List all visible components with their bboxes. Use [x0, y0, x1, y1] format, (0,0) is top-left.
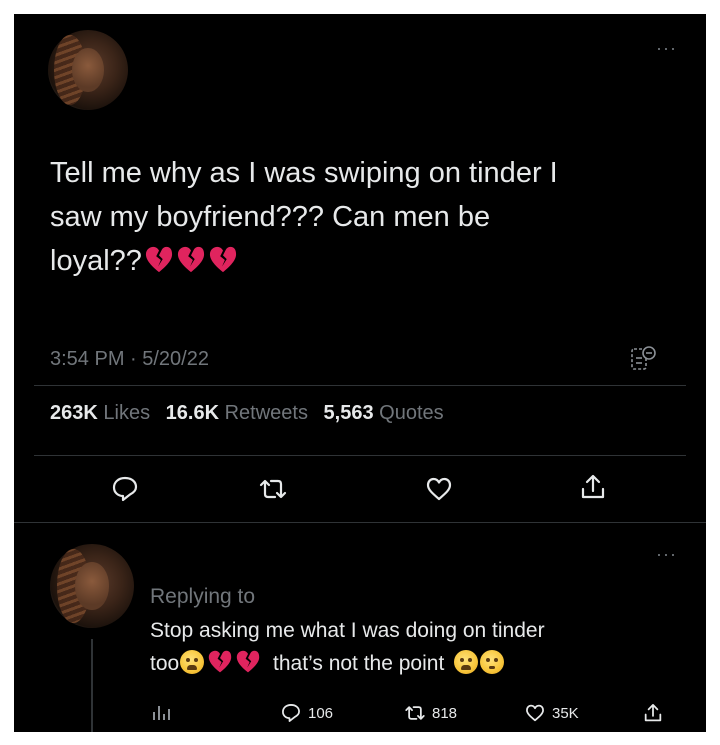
reply-icon[interactable]: [110, 474, 140, 504]
retweet-count-button[interactable]: 818: [404, 702, 457, 724]
pleading-face-icon: [480, 650, 505, 674]
divider: [14, 522, 706, 523]
weary-face-icon: [454, 650, 479, 674]
reply-text: Stop asking me what I was doing on tinde…: [150, 614, 670, 680]
bar-chart-icon: [153, 706, 170, 720]
share-icon[interactable]: [578, 472, 608, 502]
divider: [34, 385, 686, 386]
more-options-icon[interactable]: ···: [656, 38, 677, 59]
reply-author-avatar[interactable]: [50, 544, 134, 628]
retweets-stat[interactable]: 16.6K Retweets: [166, 402, 308, 424]
reply-action-bar: 106 818 35K: [14, 702, 706, 728]
like-count-button[interactable]: 35K: [524, 702, 579, 724]
replying-to-label: Replying to: [150, 585, 256, 608]
tweet-text-line2: saw my boyfriend??? Can men be: [50, 201, 491, 233]
retweet-icon[interactable]: [258, 474, 288, 504]
broken-heart-icon: [209, 650, 232, 673]
reply-more-options-icon[interactable]: ···: [656, 544, 677, 565]
reply-count-button[interactable]: 106: [280, 702, 333, 724]
analytics-icon[interactable]: [629, 344, 659, 374]
tweet-timestamp[interactable]: 3:54 PM · 5/20/22: [50, 348, 209, 371]
like-count: 35K: [552, 704, 579, 722]
reply-icon: [282, 704, 300, 722]
reply-count: 106: [308, 704, 334, 722]
broken-heart-icon: [209, 246, 236, 273]
reply-share-button[interactable]: [642, 702, 664, 724]
tweet-stats: 263K Likes 16.6K Retweets 5,563 Quotes: [50, 402, 454, 425]
like-icon[interactable]: [424, 474, 454, 504]
author-avatar[interactable]: [48, 30, 128, 110]
likes-stat[interactable]: 263K Likes: [50, 402, 150, 424]
tweet-text-line1: Tell me why as I was swiping on tinder I: [50, 157, 558, 189]
reply-text-line1: Stop asking me what I was doing on tinde…: [150, 619, 545, 642]
broken-heart-icon: [177, 246, 204, 273]
retweet-count: 818: [432, 704, 458, 722]
tweet-screenshot: ··· Tell me why as I was swiping on tind…: [14, 14, 706, 732]
weary-face-icon: [180, 650, 205, 674]
broken-heart-icon: [145, 246, 172, 273]
reply-text-line2-start: too: [150, 652, 180, 675]
divider: [34, 455, 686, 456]
broken-heart-icon: [237, 650, 260, 673]
like-icon: [526, 704, 544, 722]
reply-text-line2-end: that’s not the point: [273, 652, 445, 675]
share-icon: [644, 704, 662, 722]
tweet-text: Tell me why as I was swiping on tinder I…: [50, 151, 680, 283]
quotes-stat[interactable]: 5,563 Quotes: [324, 402, 444, 424]
tweet-text-line3: loyal??: [50, 245, 142, 277]
analytics-button[interactable]: [150, 702, 172, 724]
retweet-icon: [405, 706, 425, 720]
